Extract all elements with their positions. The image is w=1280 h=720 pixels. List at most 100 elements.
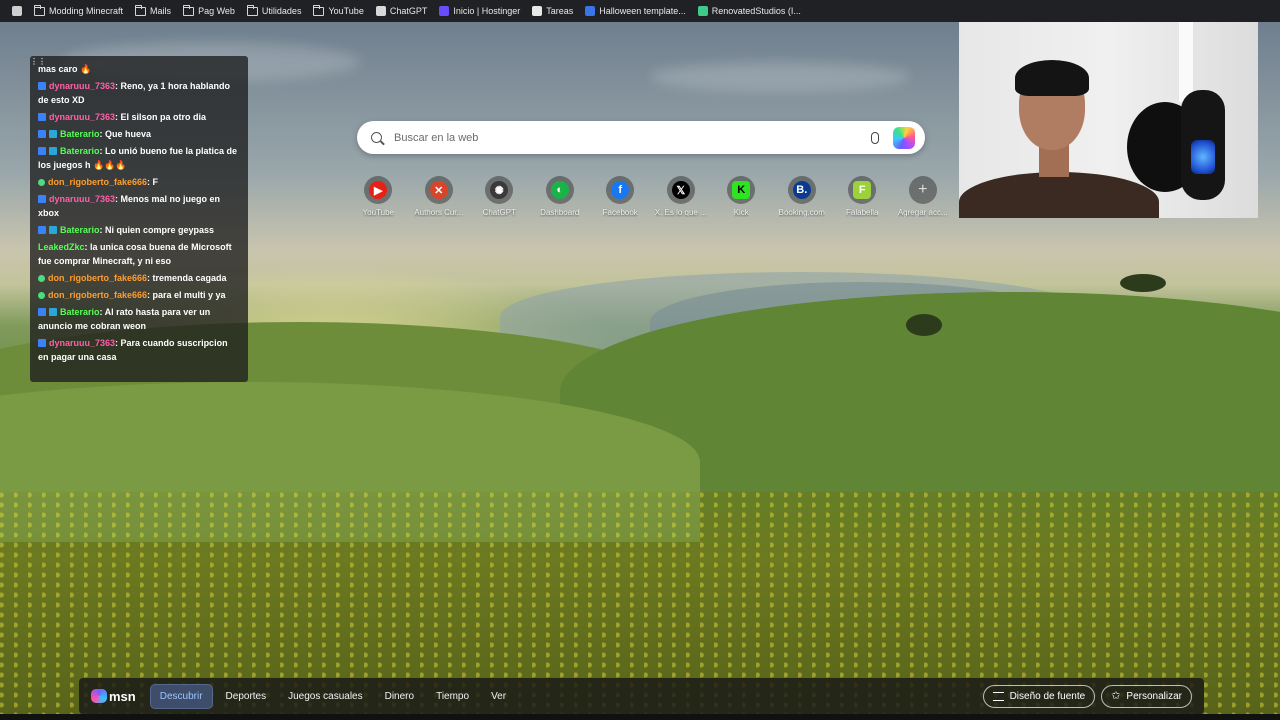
quick-link-dashboard[interactable]: ◐ Dashboard (530, 176, 591, 217)
falabella-icon: F (853, 181, 872, 199)
chat-username[interactable]: Baterario (60, 146, 100, 156)
chat-username[interactable]: LeakedZkc (38, 242, 85, 252)
tab-tiempo[interactable]: Tiempo (427, 685, 478, 708)
user-badge-icon (38, 226, 46, 234)
studio-icon (697, 6, 708, 16)
chat-username[interactable]: dynaruuu_7363 (49, 112, 115, 122)
bookmark-item[interactable]: Pag Web (177, 0, 241, 22)
kick-icon: K (732, 181, 751, 199)
quick-link-tile[interactable]: ◐ (545, 176, 574, 204)
user-badge-icon (38, 82, 46, 90)
facebook-icon: f (611, 181, 630, 199)
chat-message: LeakedZkc: la unica cosa buena de Micros… (38, 240, 240, 268)
personalize-button[interactable]: ✩ Personalizar (1101, 684, 1192, 708)
feed-tabs: Descubrir Deportes Juegos casuales Dinero Ti… (149, 683, 519, 709)
microphone-icon[interactable] (871, 131, 879, 144)
doc-icon (585, 6, 596, 16)
plus-icon: + (918, 181, 928, 198)
quick-link-booking[interactable]: B. Booking.com (772, 176, 833, 217)
bookmark-label: Halloween template... (599, 6, 686, 16)
bookmark-item[interactable]: Halloween template... (579, 0, 692, 22)
reading-list-icon (12, 6, 22, 16)
stream-chat-overlay: ⋮⋮ mas caro 🔥 dynaruuu_7363: Reno, ya 1 … (30, 56, 248, 382)
tab-dinero[interactable]: Dinero (376, 685, 423, 708)
quick-link-plus[interactable]: + Agregar acc... (893, 176, 954, 217)
bookmark-item[interactable]: Utilidades (241, 0, 308, 22)
msn-feed-nav: msn Descubrir Deportes Juegos casuales Dine… (79, 678, 1204, 714)
x-icon: 𝕏 (671, 181, 690, 199)
bookmarks-bar: Modding Minecraft Mails Pag Web Utilidades Y… (0, 0, 1280, 22)
chat-text: : Ni quien compre geypass (99, 225, 215, 235)
chat-message: dynaruuu_7363: Menos mal no juego en xbo… (38, 192, 240, 220)
quick-link-facebook[interactable]: f Facebook (590, 176, 651, 217)
folder-icon (34, 4, 45, 16)
bookmark-item[interactable]: YouTube (307, 0, 369, 22)
chat-username[interactable]: don_rigoberto_fake666 (48, 177, 147, 187)
quick-link-tile[interactable]: ✺ (485, 176, 514, 204)
user-badge-icon (38, 113, 46, 121)
quick-link-tile[interactable]: ▶ (364, 176, 393, 204)
quick-link-tile[interactable]: + (908, 176, 937, 204)
subscriber-badge-icon (49, 130, 57, 138)
chat-username[interactable]: dynaruuu_7363 (49, 81, 115, 91)
chat-username[interactable]: don_rigoberto_fake666 (48, 290, 147, 300)
search-input[interactable] (394, 131, 871, 144)
quick-link-tile[interactable]: 𝕏 (666, 176, 695, 204)
msn-logo[interactable]: msn (91, 689, 136, 704)
drag-handle-icon[interactable]: ⋮⋮ (30, 58, 46, 70)
copilot-icon[interactable] (893, 126, 915, 149)
folder-icon (135, 4, 147, 16)
bookmark-item[interactable]: Modding Minecraft (28, 0, 129, 22)
quick-link-x[interactable]: 𝕏 X. Es lo que ... (651, 176, 712, 217)
tab-descubrir[interactable]: Descubrir (149, 683, 213, 709)
chat-username[interactable]: don_rigoberto_fake666 (48, 273, 147, 283)
folder-icon (246, 4, 258, 16)
user-badge-icon (38, 130, 46, 138)
tab-ver[interactable]: Ver (482, 685, 515, 708)
quick-link-youtube[interactable]: ▶ YouTube (348, 176, 409, 217)
youtube-icon: ▶ (369, 181, 388, 199)
bookmark-label: YouTube (328, 6, 364, 16)
quick-link-tile[interactable]: F (848, 176, 877, 204)
bookmark-item[interactable]: ChatGPT (370, 0, 434, 22)
bookmark-item[interactable]: Inicio | Hostinger (433, 0, 526, 22)
chat-username[interactable]: Baterario (60, 307, 100, 317)
hostinger-icon (439, 6, 450, 16)
chat-message: dynaruuu_7363: El silson pa otro dia (38, 110, 240, 124)
quick-link-chatgpt[interactable]: ✺ ChatGPT (469, 176, 530, 217)
chat-username[interactable]: dynaruuu_7363 (49, 338, 115, 348)
chat-username[interactable]: dynaruuu_7363 (49, 194, 115, 204)
chat-message: don_rigoberto_fake666: F (38, 175, 240, 189)
user-badge-icon (38, 339, 46, 347)
user-badge-icon (38, 147, 46, 155)
quick-link-label: Booking.com (778, 208, 825, 217)
chat-text: : tremenda cagada (147, 273, 227, 283)
reading-list-button[interactable] (6, 0, 28, 22)
bookmark-item[interactable]: Tareas (526, 0, 579, 22)
msn-butterfly-icon (91, 689, 107, 703)
feed-design-button[interactable]: Diseño de fuente (982, 684, 1096, 708)
web-search-bar[interactable] (357, 121, 925, 154)
bookmark-item[interactable]: RenovatedStudios (I... (692, 0, 807, 22)
quick-link-tile[interactable]: B. (787, 176, 816, 204)
chat-username[interactable]: Baterario (60, 225, 100, 235)
sparkle-icon: ✩ (1111, 689, 1121, 702)
chat-username[interactable]: Baterario (60, 129, 100, 139)
subscriber-badge-icon (49, 308, 57, 316)
quick-link-tile[interactable]: K (727, 176, 756, 204)
bookmark-item[interactable]: Mails (129, 0, 177, 22)
quick-link-label: Agregar acc... (897, 208, 948, 217)
quick-link-authors[interactable]: ✕ Authors Cur... (409, 176, 470, 217)
bookmark-label: Mails (150, 6, 172, 16)
quick-link-falabella[interactable]: F Falabella (832, 176, 893, 217)
tab-juegos-casuales[interactable]: Juegos casuales (279, 685, 372, 708)
chat-message: Baterario: Ni quien compre geypass (38, 223, 240, 237)
search-icon (371, 132, 382, 143)
quick-link-tile[interactable]: f (606, 176, 635, 204)
bookmark-label: ChatGPT (389, 6, 428, 16)
subscriber-badge-icon (49, 226, 57, 234)
quick-link-kick[interactable]: K Kick (711, 176, 772, 217)
quick-link-tile[interactable]: ✕ (424, 176, 453, 204)
personalize-label: Personalizar (1126, 690, 1182, 702)
tab-deportes[interactable]: Deportes (217, 685, 276, 708)
